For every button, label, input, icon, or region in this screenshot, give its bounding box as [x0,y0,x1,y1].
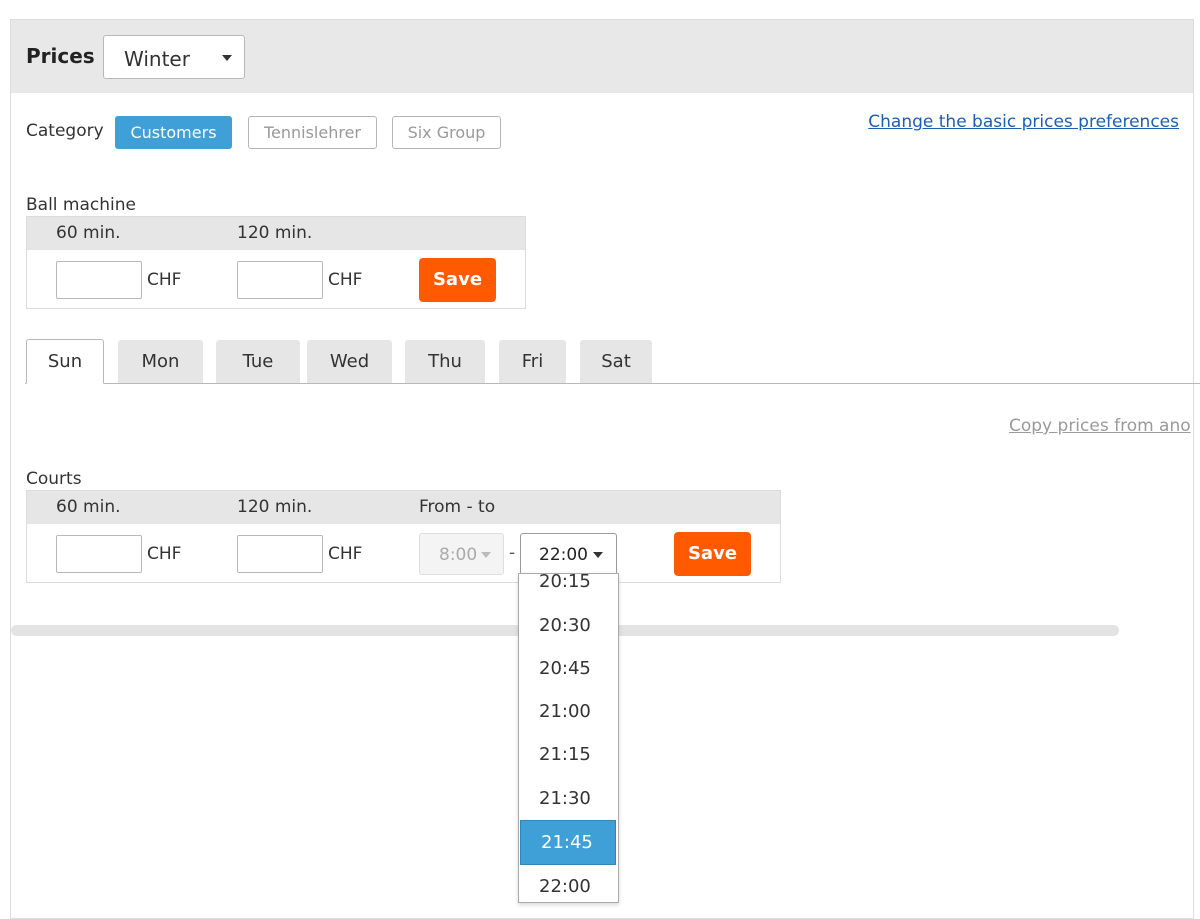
time-option-2130[interactable]: 21:30 [519,779,616,819]
time-option-2045[interactable]: 20:45 [519,649,616,689]
time-option-2200[interactable]: 22:00 [519,867,616,902]
ball-machine-save-button[interactable]: Save [419,258,496,302]
courts-title: Courts [26,469,82,489]
to-time-value: 22:00 [539,545,588,565]
ball-machine-60-price-input[interactable] [56,261,142,299]
chevron-down-icon [593,552,603,558]
time-option-2015[interactable]: 20:15 [519,574,616,602]
time-option-2030[interactable]: 20:30 [519,606,616,646]
ball-machine-price-table: 60 min. 120 min. CHF CHF Save [26,216,526,309]
chevron-down-icon [222,55,232,61]
category-button-tennislehrer[interactable]: Tennislehrer [248,116,377,149]
time-option-2115[interactable]: 21:15 [519,735,616,775]
time-range-dash: - [509,543,516,563]
courts-60-price-input[interactable] [56,535,142,573]
currency-label: CHF [147,270,182,290]
col-120-min: 120 min. [237,497,313,517]
currency-label: CHF [328,544,363,564]
category-label: Category [26,121,104,141]
courts-120-price-input[interactable] [237,535,323,573]
courts-price-table: 60 min. 120 min. From - to CHF CHF 8:00 … [26,490,781,583]
basic-prices-preferences-link[interactable]: Change the basic prices preferences [868,112,1179,132]
ball-machine-120-price-input[interactable] [237,261,323,299]
copy-prices-link[interactable]: Copy prices from ano [1009,416,1191,436]
currency-label: CHF [147,544,182,564]
from-time-select: 8:00 [419,533,504,575]
ball-machine-title: Ball machine [26,195,136,215]
tab-tue[interactable]: Tue [216,340,300,383]
category-button-six-group[interactable]: Six Group [392,116,501,149]
chevron-down-icon [481,552,491,558]
col-120-min: 120 min. [237,223,313,243]
tab-sat[interactable]: Sat [580,340,652,383]
currency-label: CHF [328,270,363,290]
tab-wed[interactable]: Wed [307,340,392,383]
col-60-min: 60 min. [56,223,121,243]
tab-mon[interactable]: Mon [118,340,203,383]
to-time-dropdown-list: 20:15 20:30 20:45 21:00 21:15 21:30 21:4… [518,573,619,903]
tabs-divider [25,383,1200,384]
from-time-value: 8:00 [439,545,478,565]
to-time-select[interactable]: 22:00 [520,533,617,575]
courts-table-header: 60 min. 120 min. From - to [27,491,780,524]
season-select[interactable]: Winter [103,35,245,79]
courts-save-button[interactable]: Save [674,532,751,576]
time-option-2145-highlighted[interactable]: 21:45 [520,820,616,865]
category-button-customers[interactable]: Customers [115,116,232,149]
tab-fri[interactable]: Fri [499,340,566,383]
col-from-to: From - to [419,497,496,517]
col-60-min: 60 min. [56,497,121,517]
time-option-2100[interactable]: 21:00 [519,692,616,732]
ball-machine-table-header: 60 min. 120 min. [27,217,525,250]
season-select-value: Winter [124,47,190,71]
page-title: Prices [26,44,95,68]
tab-sun[interactable]: Sun [26,339,104,384]
tab-thu[interactable]: Thu [405,340,485,383]
prices-header: Prices Winter [11,20,1193,93]
